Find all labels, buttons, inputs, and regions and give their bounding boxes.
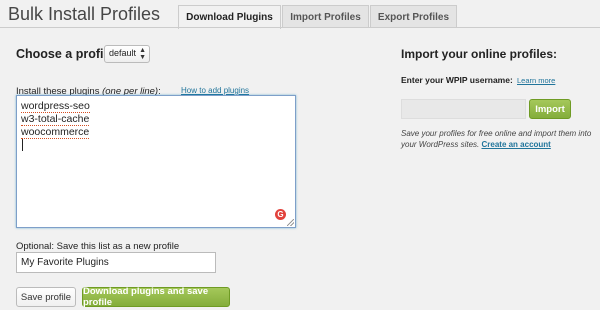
select-arrows-icon: ▲ ▼: [139, 47, 146, 61]
download-and-save-button[interactable]: Download plugins and save profile: [82, 286, 230, 308]
save-profile-label: Optional: Save this list as a new profil…: [16, 241, 180, 252]
plugin-line: w3-total-cache: [21, 113, 90, 126]
profile-name-input[interactable]: [16, 252, 216, 273]
tab-export-profiles[interactable]: Export Profiles: [370, 5, 457, 28]
username-label: Enter your WPIP username:: [401, 75, 513, 85]
page-title: Bulk Install Profiles: [8, 4, 161, 24]
learn-more-link[interactable]: Learn more: [517, 76, 555, 85]
username-input[interactable]: [401, 99, 526, 119]
choose-profile-label: Choose a profile:: [16, 47, 119, 61]
tab-import-profiles[interactable]: Import Profiles: [282, 5, 369, 28]
profile-select[interactable]: default ▲ ▼: [104, 45, 150, 63]
spellcheck-icon[interactable]: G: [275, 209, 286, 220]
plugin-line: woocommerce: [21, 126, 90, 139]
text-caret: [22, 139, 23, 151]
plugins-textarea[interactable]: wordpress-seo w3-total-cache woocommerce…: [16, 95, 296, 228]
resize-handle-icon[interactable]: [287, 219, 294, 226]
import-description: Save your profiles for free online and i…: [401, 128, 597, 150]
plugin-line: wordpress-seo: [21, 100, 90, 113]
profile-select-value: default: [109, 48, 137, 58]
tab-divider: [0, 27, 600, 28]
save-profile-button[interactable]: Save profile: [16, 287, 76, 307]
tab-download-plugins[interactable]: Download Plugins: [178, 5, 281, 29]
how-to-add-plugins-link[interactable]: How to add plugins: [181, 86, 249, 95]
import-profiles-heading: Import your online profiles:: [401, 47, 558, 61]
create-account-link[interactable]: Create an account: [481, 140, 550, 149]
import-button[interactable]: Import: [529, 99, 571, 119]
